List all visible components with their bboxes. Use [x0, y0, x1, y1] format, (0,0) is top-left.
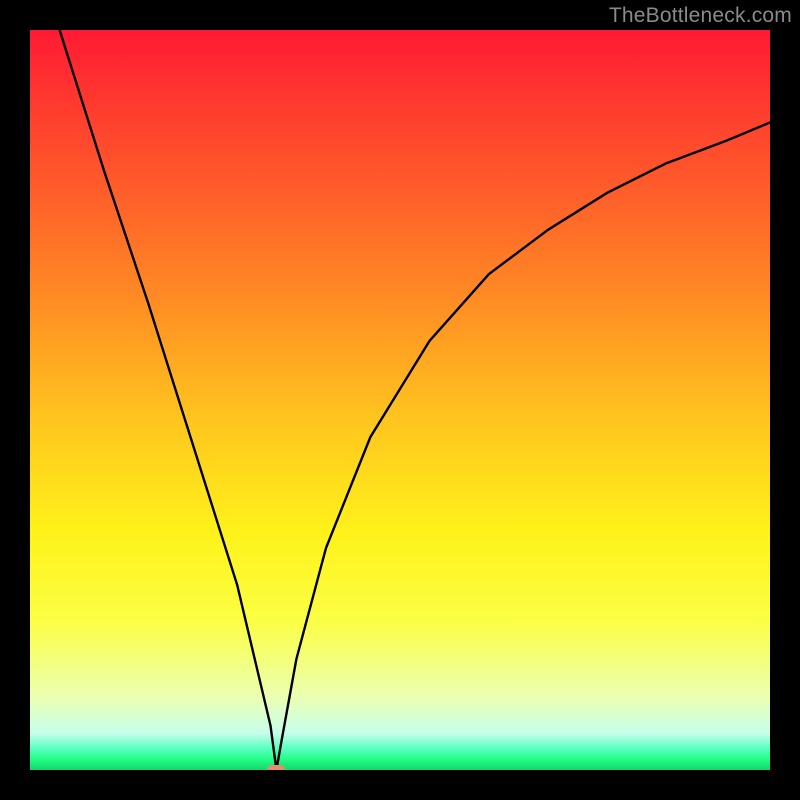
- bottleneck-curve: [60, 30, 770, 770]
- watermark: TheBottleneck.com: [609, 4, 792, 28]
- plot-area: [30, 30, 770, 770]
- chart-frame: TheBottleneck.com: [0, 0, 800, 800]
- curve-svg: [30, 30, 770, 770]
- minimum-marker: [267, 765, 285, 770]
